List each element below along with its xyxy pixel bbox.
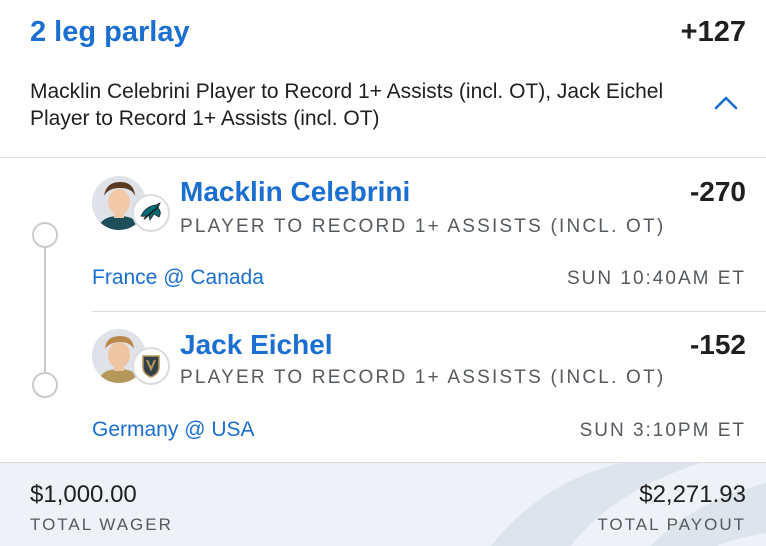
leg-2-marker bbox=[32, 372, 58, 398]
event-link[interactable]: France @ Canada bbox=[92, 266, 264, 290]
parlay-description: Macklin Celebrini Player to Record 1+ As… bbox=[30, 80, 664, 130]
golden-knights-logo-icon bbox=[132, 347, 170, 385]
market-label: PLAYER TO RECORD 1+ ASSISTS (INCL. OT) bbox=[180, 367, 666, 388]
leg-1[interactable]: Macklin Celebrini PLAYER TO RECORD 1+ AS… bbox=[92, 176, 746, 310]
player-name[interactable]: Jack Eichel bbox=[180, 329, 333, 361]
parlay-header[interactable]: 2 leg parlay +127 Macklin Celebrini Play… bbox=[0, 0, 766, 158]
parlay-odds: +127 bbox=[680, 16, 746, 48]
parlay-title: 2 leg parlay bbox=[30, 16, 190, 48]
player-name[interactable]: Macklin Celebrini bbox=[180, 176, 410, 208]
event-time: SUN 3:10PM ET bbox=[579, 420, 746, 441]
chevron-up-icon[interactable] bbox=[710, 90, 742, 114]
market-label: PLAYER TO RECORD 1+ ASSISTS (INCL. OT) bbox=[180, 216, 666, 237]
sharks-logo-icon bbox=[132, 194, 170, 232]
total-wager-label: TOTAL WAGER bbox=[30, 515, 173, 534]
leg-divider bbox=[92, 311, 766, 312]
leg-2[interactable]: Jack Eichel PLAYER TO RECORD 1+ ASSISTS … bbox=[92, 329, 746, 459]
total-payout-label: TOTAL PAYOUT bbox=[597, 515, 746, 534]
timeline-connector bbox=[44, 248, 46, 372]
leg-odds: -270 bbox=[689, 176, 746, 207]
leg-1-marker bbox=[32, 222, 58, 248]
leg-odds: -152 bbox=[689, 329, 746, 360]
event-time: SUN 10:40AM ET bbox=[567, 268, 746, 289]
event-link[interactable]: Germany @ USA bbox=[92, 418, 255, 442]
total-payout-amount: $2,271.93 bbox=[639, 481, 746, 508]
total-wager-amount: $1,000.00 bbox=[30, 481, 137, 508]
bet-summary-footer: $1,000.00 TOTAL WAGER $2,271.93 TOTAL PA… bbox=[0, 462, 766, 546]
